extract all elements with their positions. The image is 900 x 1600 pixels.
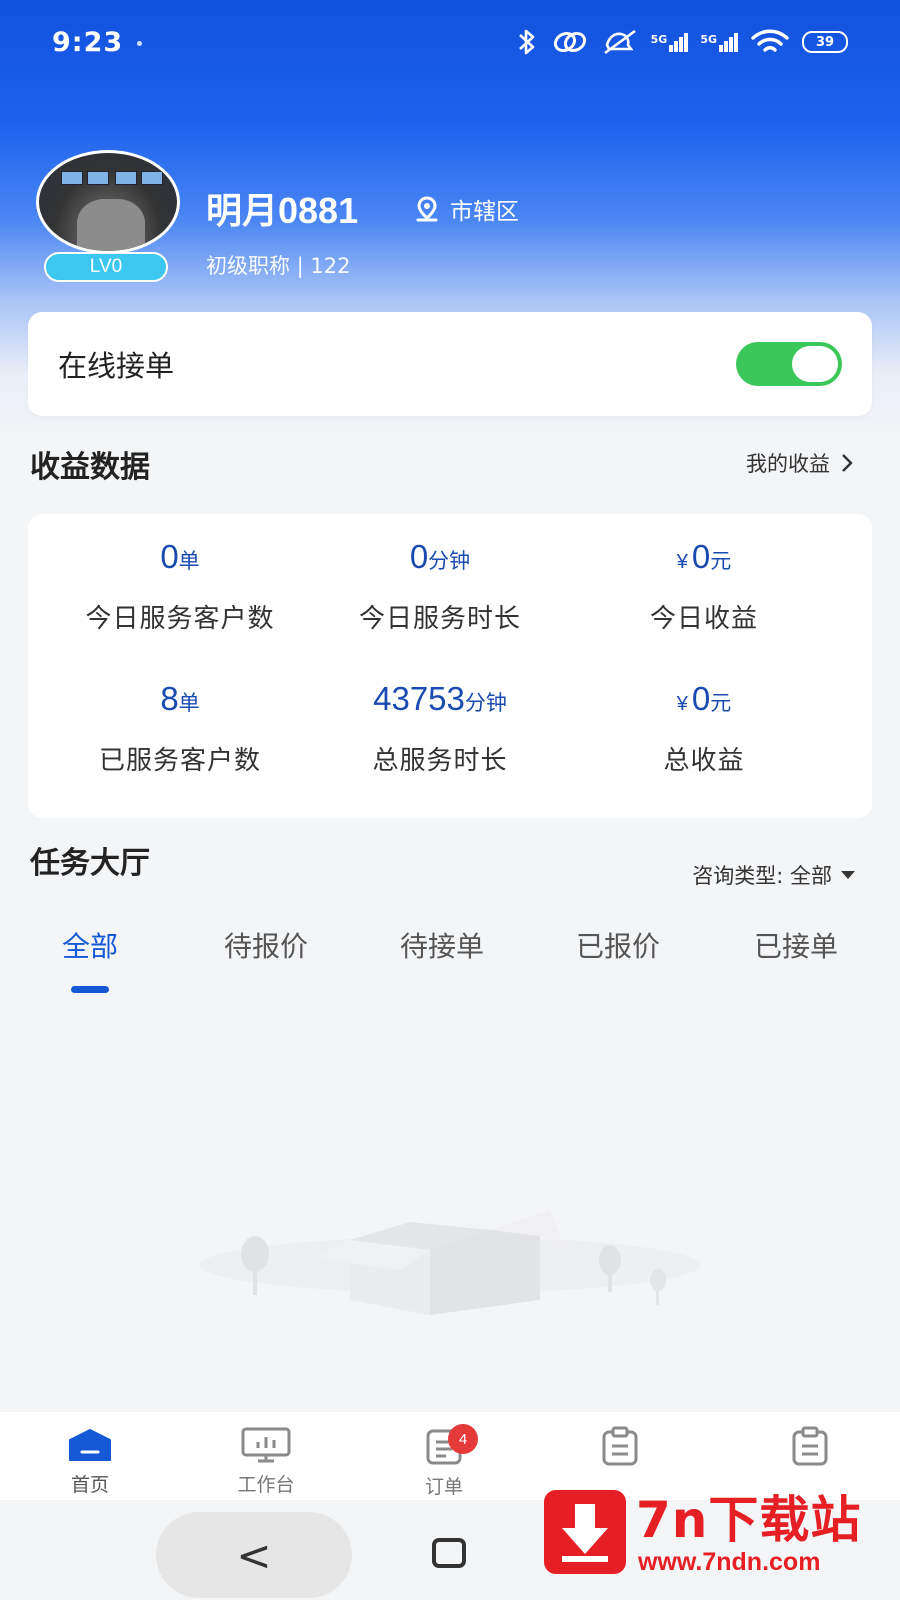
empty-state-illustration [200,1210,700,1315]
notification-dot-icon [137,40,143,46]
stat-unit: 单 [178,549,200,573]
caret-down-icon [841,871,855,879]
location[interactable]: 市辖区 [414,192,519,226]
tab-all[interactable]: 全部 [0,925,180,965]
home-icon [69,1429,111,1461]
home-button-icon[interactable] [432,1538,466,1568]
stat-total-customers: 8单 已服务客户数 [40,680,320,777]
nav-workbench[interactable]: 工作台 [206,1426,326,1497]
stat-unit: 分钟 [428,549,471,573]
task-tabs: 全部 待报价 待接单 已报价 已接单 [0,925,900,985]
signal-icon-1: 5G [650,32,689,52]
earnings-stats-card: 0单 今日服务客户数 0分钟 今日服务时长 ¥0元 今日收益 8单 已服务客户数… [28,514,872,818]
user-name: 明月0881 [206,190,359,231]
status-time: 9:23 [52,26,124,58]
stat-today-customers: 0单 今日服务客户数 [40,538,320,635]
nav-item-4[interactable] [560,1426,680,1472]
stat-total-earnings: ¥0元 总收益 [564,680,844,777]
order-count-badge: 4 [448,1424,478,1454]
back-button[interactable]: < [156,1512,352,1598]
stat-today-earnings: ¥0元 今日收益 [564,538,844,635]
download-logo-icon [544,1490,626,1574]
nav-home[interactable]: 首页 [30,1426,150,1497]
nav-item-5[interactable] [750,1426,870,1472]
active-tab-indicator [71,986,109,993]
consult-type-label: 咨询类型: 全部 [692,864,832,888]
stat-value: 0 [691,538,711,575]
clipboard-icon [792,1426,828,1466]
task-hall-title: 任务大厅 [30,846,150,881]
my-earnings-label: 我的收益 [746,452,830,476]
stat-unit: 元 [710,549,732,573]
currency-symbol: ¥ [676,551,688,573]
status-icons: 5G 5G 39 [515,27,848,57]
earnings-section-title: 收益数据 [30,450,150,485]
stat-value: 8 [160,680,179,717]
online-order-label: 在线接单 [58,349,175,383]
bluetooth-icon [518,29,534,55]
stat-label: 今日服务时长 [358,604,521,634]
back-chevron-icon: < [236,1530,272,1580]
monitor-icon [241,1427,291,1463]
stat-label: 总服务时长 [372,746,508,776]
stat-unit: 单 [178,691,200,715]
stat-unit: 分钟 [464,691,507,715]
tab-quoted[interactable]: 已报价 [528,925,708,965]
stat-label: 今日收益 [649,604,758,634]
clipboard-icon [602,1426,638,1466]
title-line: 初级职称 | 122 [206,254,351,278]
stat-label: 总收益 [663,746,745,776]
watermark-url: www.7ndn.com [638,1548,821,1576]
status-bar: 9:23 5G 5G 39 [0,0,900,84]
stat-today-duration: 0分钟 今日服务时长 [300,538,580,635]
stat-label: 已服务客户数 [98,746,261,776]
signal-icon-2: 5G [700,32,738,52]
battery-icon: 39 [802,31,848,53]
link-icon [553,31,586,53]
stat-value: 43753 [373,680,465,717]
stat-unit: 元 [710,691,732,715]
level-badge: LV0 [44,252,168,282]
tab-accepted[interactable]: 已接单 [706,925,886,965]
wifi-icon [751,29,789,52]
nav-orders[interactable]: 4 订单 [384,1424,504,1499]
online-order-card: 在线接单 [28,312,872,416]
currency-symbol: ¥ [676,693,688,715]
location-pin-icon [416,196,438,222]
stat-value: 0 [691,680,711,717]
avatar[interactable] [36,150,180,254]
mute-icon [603,29,636,55]
online-order-toggle[interactable] [736,342,842,386]
stat-total-duration: 43753分钟 总服务时长 [300,680,580,777]
watermark-title: 7n下载站 [636,1491,862,1549]
stat-label: 今日服务客户数 [85,604,275,634]
consult-type-filter[interactable]: 咨询类型: 全部 [692,860,856,890]
network-type-label: 5G [700,32,717,46]
nav-label: 工作台 [237,1474,295,1496]
nav-label: 订单 [424,1476,463,1498]
chevron-right-icon [842,454,853,472]
stat-value: 0 [160,538,179,575]
watermark: 7n下载站 www.7ndn.com [544,1480,884,1590]
network-type-label: 5G [650,32,668,46]
location-label: 市辖区 [450,199,519,225]
tab-pending-accept[interactable]: 待接单 [352,925,532,965]
tab-pending-quote[interactable]: 待报价 [176,925,356,965]
nav-label: 首页 [70,1474,109,1496]
stat-value: 0 [409,538,429,575]
my-earnings-link[interactable]: 我的收益 [746,448,854,478]
